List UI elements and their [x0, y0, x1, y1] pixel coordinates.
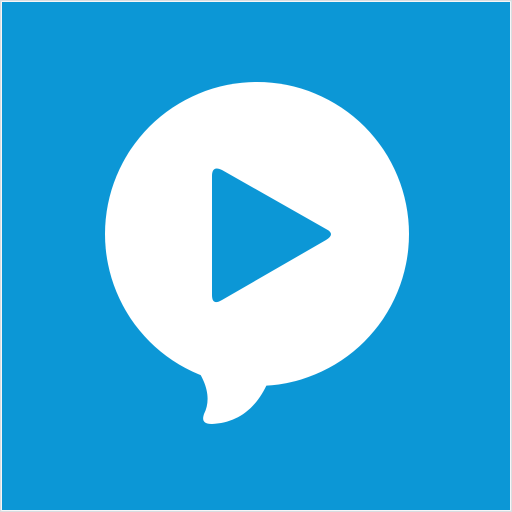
app-icon: [0, 0, 512, 512]
app-icon-graphic: [0, 0, 512, 512]
